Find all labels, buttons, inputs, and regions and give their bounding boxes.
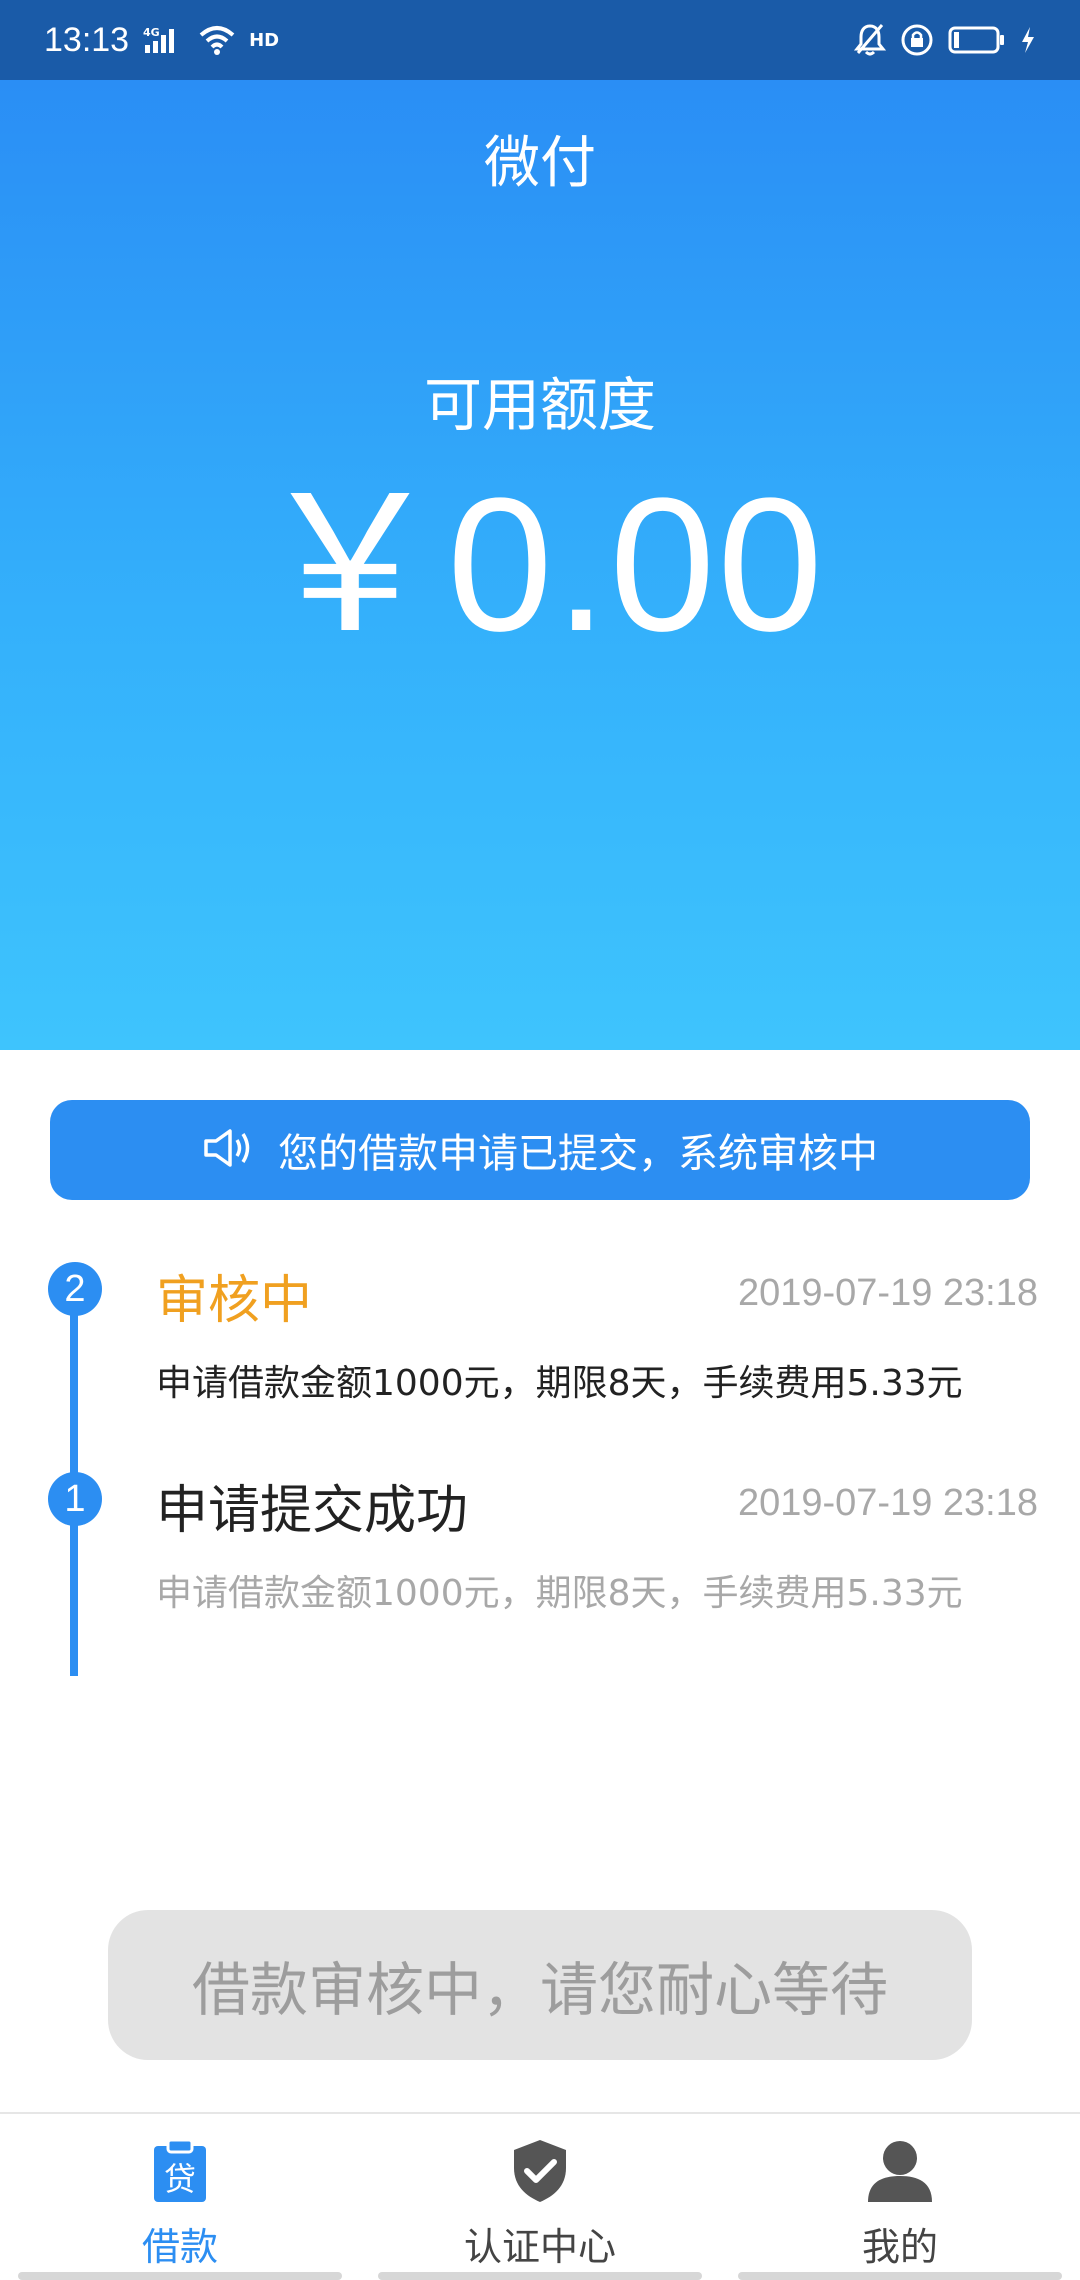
available-limit-label: 可用额度 [423,371,656,439]
speaker-icon [202,1126,256,1174]
timeline-title: 审核中 [156,1271,313,1331]
battery-icon [948,20,1006,60]
shield-check-icon [510,2138,570,2208]
page-title: 微付 [484,131,596,196]
notice-text: 您的借款申请已提交，系统审核中 [278,1131,878,1177]
timeline-step-badge: 1 [48,1472,102,1526]
nav-label: 借款 [141,2225,218,2269]
nav-label: 认证中心 [463,2225,616,2269]
user-icon [866,2138,934,2208]
timeline-time: 2019-07-19 23:18 [737,1482,1038,1524]
status-bar: 13:13 4G HD [0,0,1080,80]
lock-rotation-icon [900,20,934,60]
available-limit-amount: ￥0.00 [255,459,825,671]
bell-muted-icon [854,20,886,60]
nav-item-verification[interactable]: 认证中心 [360,2114,720,2280]
status-left: 13:13 4G HD [44,20,279,60]
nav-indicator [738,2272,1062,2280]
signal-label: 4G [143,26,160,39]
loan-review-button[interactable]: 借款审核中，请您耐心等待 [108,1910,972,2060]
status-timeline: 2 审核中 2019-07-19 23:18 申请借款金额1000元，期限8天，… [0,1240,1080,1680]
status-time: 13:13 [44,20,130,59]
timeline-desc: 申请借款金额1000元，期限8天，手续费用5.33元 [156,1573,963,1614]
nav-item-loan[interactable]: 贷 借款 [0,2114,360,2280]
timeline-title: 申请提交成功 [156,1481,469,1541]
signal-icon: 4G [143,20,185,60]
credit-hero: 微付 可用额度 ￥0.00 [0,80,1080,1050]
charging-icon [1020,20,1036,60]
bottom-nav: 贷 借款 认证中心 我的 [0,2112,1080,2280]
nav-indicator [378,2272,702,2280]
nav-item-mine[interactable]: 我的 [720,2114,1080,2280]
nav-indicator [18,2272,342,2280]
timeline-desc: 申请借款金额1000元，期限8天，手续费用5.33元 [156,1363,963,1404]
timeline-time: 2019-07-19 23:18 [737,1272,1038,1314]
wifi-icon [199,20,235,60]
status-right [854,20,1036,60]
timeline-step-badge: 2 [48,1262,102,1316]
nav-label: 我的 [861,2225,938,2269]
loan-badge-text: 贷 [164,2160,196,2198]
hd-icon: HD [249,29,280,51]
loan-clipboard-icon: 贷 [152,2138,208,2208]
notice-banner: 您的借款申请已提交，系统审核中 [50,1100,1030,1200]
